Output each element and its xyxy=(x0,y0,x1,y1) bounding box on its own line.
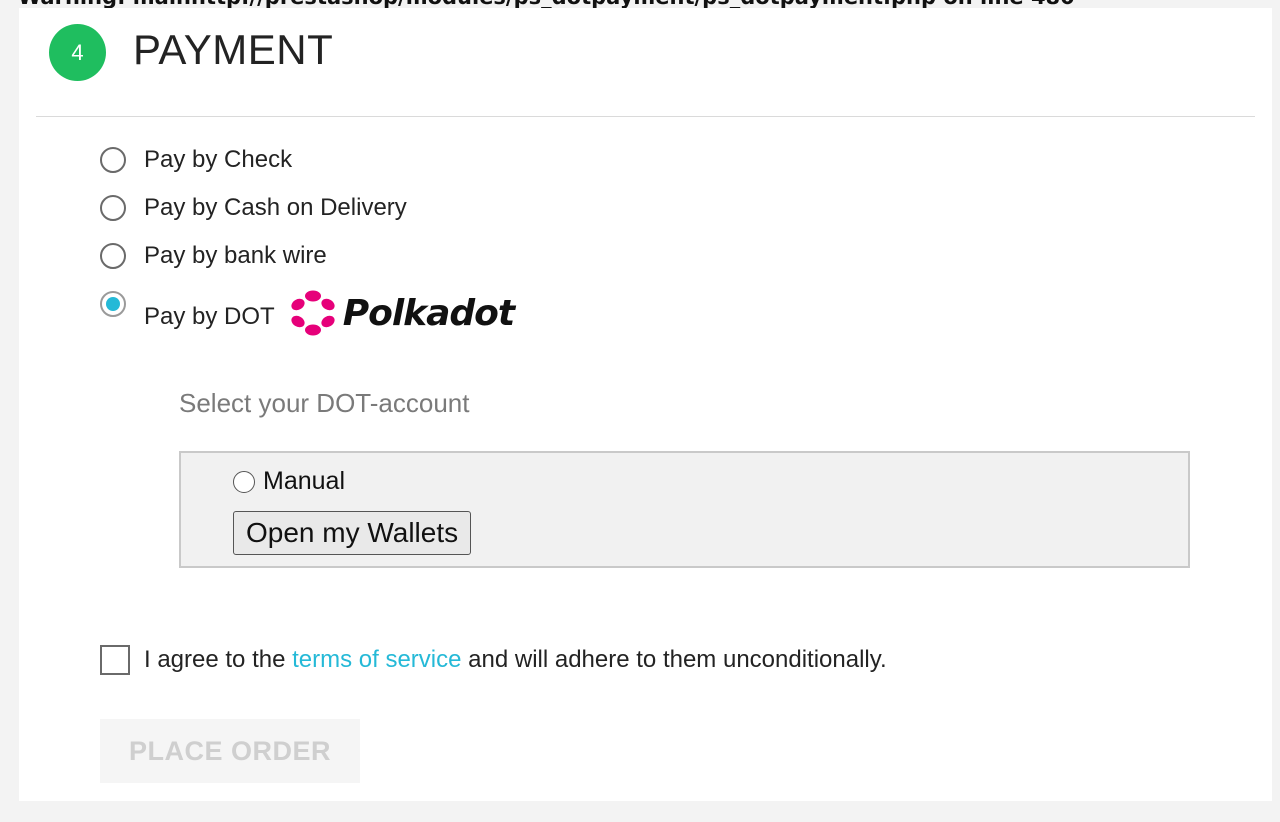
open-wallets-button[interactable]: Open my Wallets xyxy=(233,511,472,555)
radio-pay-by-check[interactable] xyxy=(100,147,126,173)
radio-manual[interactable] xyxy=(233,470,255,493)
terms-of-service-link[interactable]: terms of service xyxy=(292,646,461,673)
polkadot-logo: Polkadot xyxy=(289,289,515,337)
payment-panel: 4 PAYMENT Pay by Check Pay by Cash on De… xyxy=(19,8,1272,801)
php-warning-text: Warning: mainhttp://prestashop/modules/p… xyxy=(18,0,1258,8)
payment-option-label: Pay by DOT xyxy=(144,303,275,330)
polkadot-icon xyxy=(291,290,335,336)
manual-option[interactable]: Manual xyxy=(233,467,345,496)
radio-pay-by-bank-wire[interactable] xyxy=(100,243,126,269)
payment-option-check[interactable]: Pay by Check xyxy=(100,144,292,176)
payment-option-label: Pay by bank wire xyxy=(144,242,327,269)
step-number-badge: 4 xyxy=(49,24,106,81)
header-divider xyxy=(36,116,1255,117)
dot-account-selector: Manual Open my Wallets xyxy=(179,451,1190,568)
radio-pay-by-dot[interactable] xyxy=(100,291,126,317)
payment-option-bank-wire[interactable]: Pay by bank wire xyxy=(100,240,327,272)
dot-account-label: Select your DOT-account xyxy=(179,388,470,418)
terms-checkbox[interactable] xyxy=(100,645,130,675)
terms-row: I agree to the terms of service and will… xyxy=(100,645,887,675)
terms-suffix: and will adhere to them unconditionally. xyxy=(468,646,887,673)
terms-prefix: I agree to the xyxy=(144,646,286,673)
section-title: PAYMENT xyxy=(133,26,334,73)
polkadot-wordmark: Polkadot xyxy=(342,292,515,334)
payment-option-dot[interactable]: Pay by DOT Polkadot xyxy=(100,289,515,349)
payment-option-label: Pay by Check xyxy=(144,146,293,173)
place-order-button[interactable]: PLACE ORDER xyxy=(100,719,360,783)
payment-option-label: Pay by Cash on Delivery xyxy=(144,194,407,221)
terms-text: I agree to the terms of service and will… xyxy=(144,646,887,674)
manual-label: Manual xyxy=(263,467,345,495)
payment-option-cash-on-delivery[interactable]: Pay by Cash on Delivery xyxy=(100,192,407,224)
radio-pay-by-cash[interactable] xyxy=(100,195,126,221)
